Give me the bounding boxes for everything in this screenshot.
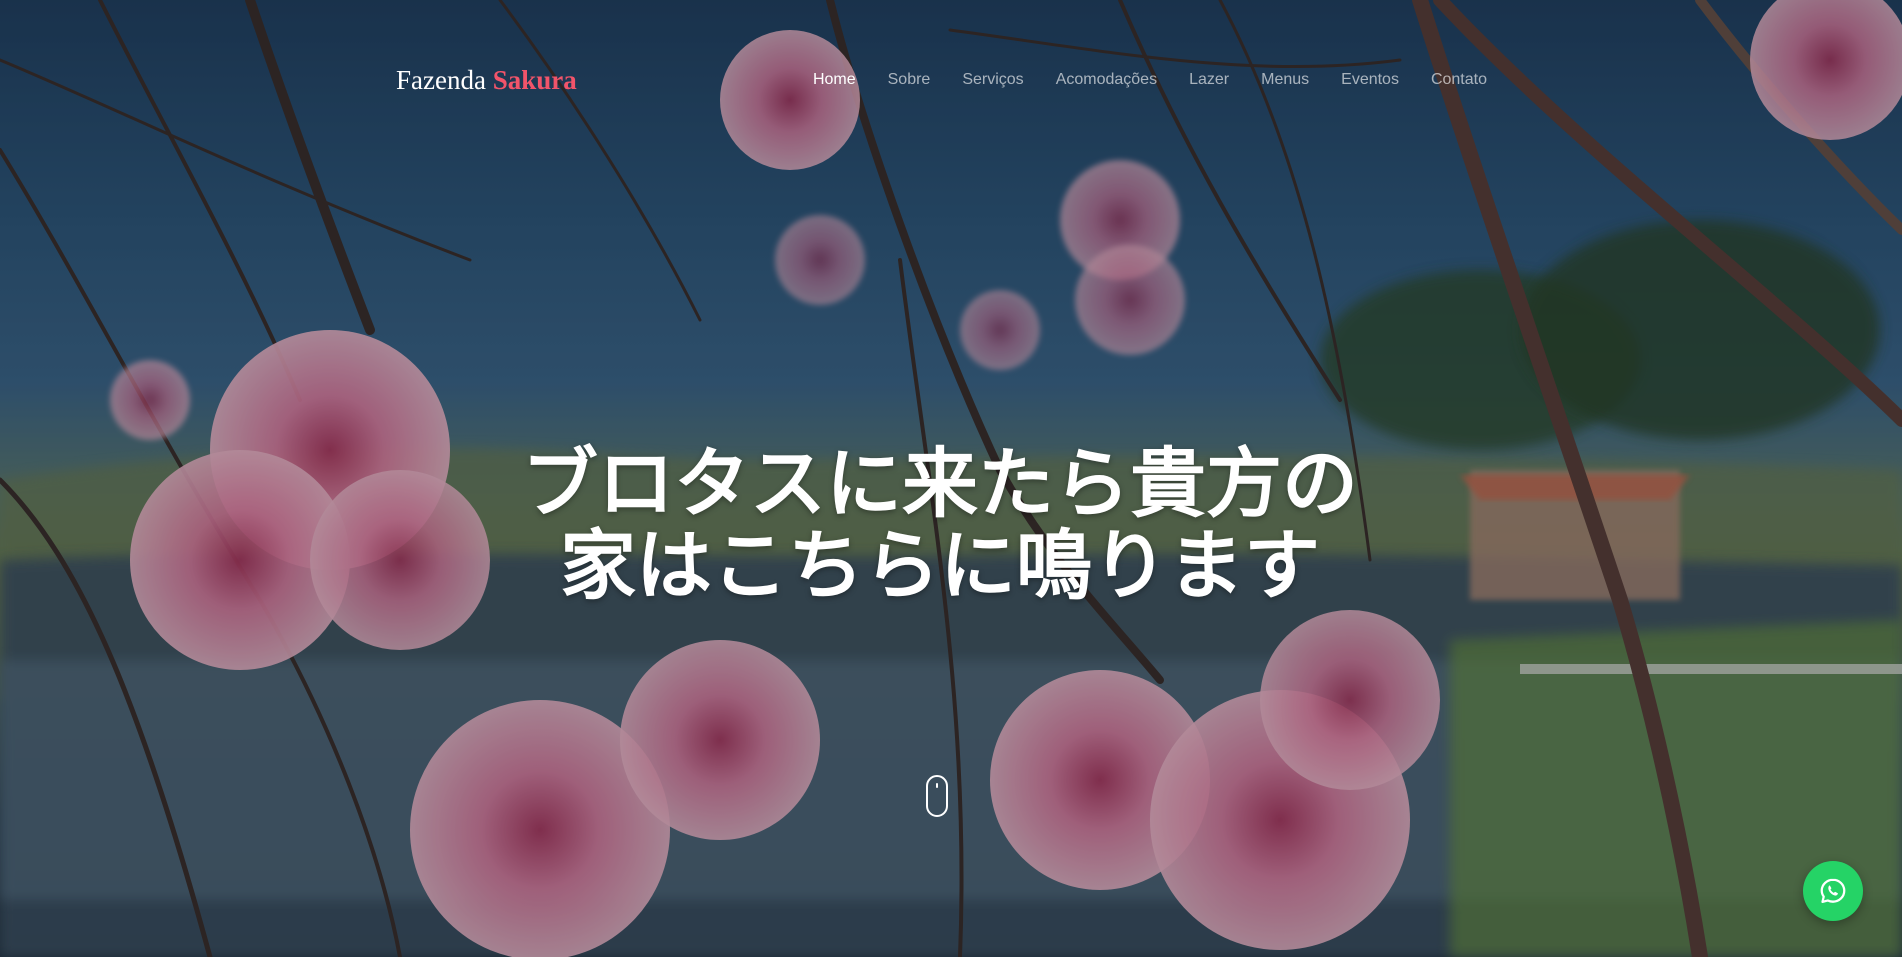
brand-name-primary: Fazenda <box>396 64 486 95</box>
mouse-scroll-icon[interactable] <box>926 775 948 817</box>
top-navbar: Fazenda Sakura Home Sobre Serviços Acomo… <box>396 60 1496 100</box>
hero-headline-line-1: ブロタスに来たら貴方の <box>522 438 1358 528</box>
nav-item-sobre[interactable]: Sobre <box>872 71 947 89</box>
whatsapp-icon <box>1820 878 1846 903</box>
nav-item-eventos[interactable]: Eventos <box>1325 71 1415 89</box>
whatsapp-button[interactable] <box>1803 861 1863 921</box>
nav-item-contato[interactable]: Contato <box>1415 71 1503 89</box>
nav-item-menus[interactable]: Menus <box>1245 71 1325 89</box>
hero-headline-line-2: 家はこちらに鳴ります <box>560 520 1320 610</box>
nav-item-servicos[interactable]: Serviços <box>946 71 1039 89</box>
brand-name-accent: Sakura <box>492 64 577 95</box>
nav-item-acomodacoes[interactable]: Acomodações <box>1040 71 1173 89</box>
main-nav: Home Sobre Serviços Acomodações Lazer Me… <box>797 71 1503 89</box>
nav-item-home[interactable]: Home <box>797 71 872 89</box>
hero-section: Fazenda Sakura Home Sobre Serviços Acomo… <box>0 0 1902 957</box>
brand-logo[interactable]: Fazenda Sakura <box>396 65 577 96</box>
hero-headline: ブロタスに来たら貴方の 家はこちらに鳴ります <box>0 442 1880 610</box>
nav-item-lazer[interactable]: Lazer <box>1173 71 1245 89</box>
